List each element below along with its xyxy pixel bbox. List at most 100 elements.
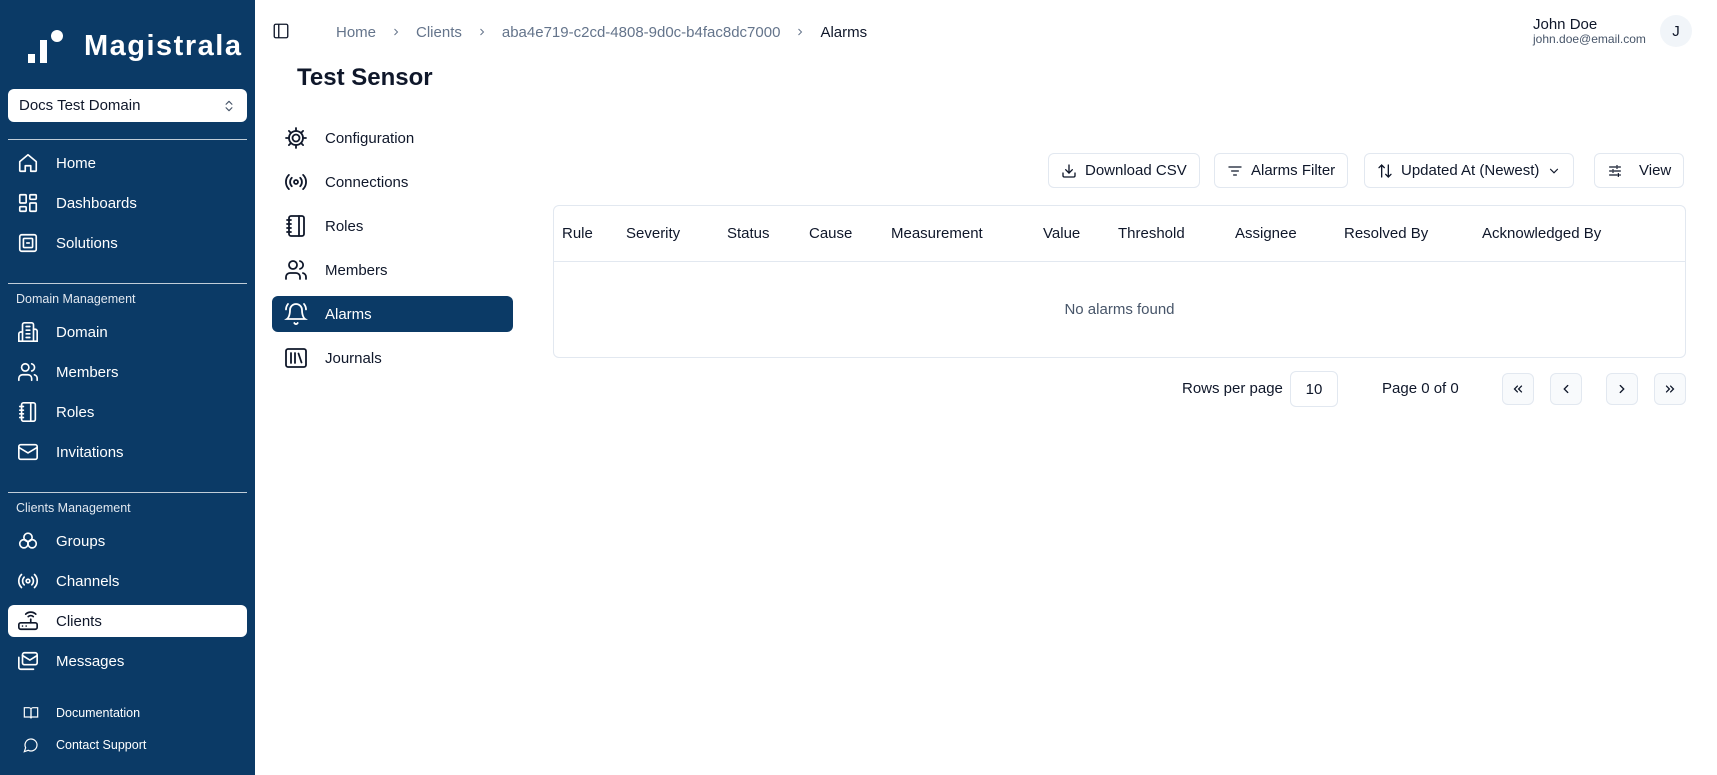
- sidebar-item-label: Groups: [56, 532, 106, 550]
- sidebar-item-messages[interactable]: Messages: [8, 645, 247, 677]
- tab-members[interactable]: Members: [272, 252, 513, 288]
- bell-icon: [283, 301, 309, 327]
- domain-management-label: Domain Management: [16, 292, 136, 306]
- tab-journals[interactable]: Journals: [272, 340, 513, 376]
- last-page-button[interactable]: [1654, 373, 1686, 405]
- next-page-button[interactable]: [1606, 373, 1638, 405]
- column-header-rule[interactable]: Rule: [562, 225, 593, 242]
- chevron-left-icon: [1559, 382, 1573, 396]
- solutions-icon: [16, 231, 40, 255]
- clients-management-label: Clients Management: [16, 501, 131, 515]
- sidebar-item-label: Clients: [56, 612, 102, 630]
- magistrala-logo-icon: [26, 28, 72, 64]
- chevrons-left-icon: [1511, 382, 1525, 396]
- first-page-button[interactable]: [1502, 373, 1534, 405]
- column-header-resolved-by[interactable]: Resolved By: [1344, 225, 1428, 242]
- chevron-right-icon: [390, 26, 402, 38]
- sidebar-item-members[interactable]: Members: [8, 356, 247, 388]
- column-header-threshold[interactable]: Threshold: [1118, 225, 1185, 242]
- groups-icon: [16, 529, 40, 553]
- sidebar-item-label: Messages: [56, 652, 125, 670]
- sidebar-item-roles[interactable]: Roles: [8, 396, 247, 428]
- tab-label: Journals: [325, 349, 382, 367]
- sidebar-divider: [8, 283, 247, 284]
- sidebar-item-home[interactable]: Home: [8, 147, 247, 179]
- column-header-cause[interactable]: Cause: [809, 225, 852, 242]
- sidebar-item-solutions[interactable]: Solutions: [8, 227, 247, 259]
- rows-per-page-select[interactable]: 10: [1290, 371, 1338, 407]
- users-icon: [16, 360, 40, 384]
- sidebar-item-label: Documentation: [56, 706, 141, 720]
- view-label: View: [1639, 162, 1672, 179]
- tab-label: Roles: [325, 217, 364, 235]
- tab-connections[interactable]: Connections: [272, 164, 513, 200]
- column-header-acknowledged-by[interactable]: Acknowledged By: [1482, 225, 1601, 242]
- sidebar-divider: [8, 492, 247, 493]
- avatar[interactable]: J: [1660, 15, 1692, 47]
- chevron-right-icon: [794, 26, 806, 38]
- tab-label: Configuration: [325, 129, 415, 147]
- sidebar-item-channels[interactable]: Channels: [8, 565, 247, 597]
- chevron-right-icon: [1615, 382, 1629, 396]
- user-email: john.doe@email.com: [1533, 32, 1646, 46]
- sidebar-item-label: Channels: [56, 572, 120, 590]
- dashboard-icon: [16, 191, 40, 215]
- sidebar-item-invitations[interactable]: Invitations: [8, 436, 247, 468]
- column-header-status[interactable]: Status: [727, 225, 770, 242]
- mail-icon: [16, 440, 40, 464]
- sidebar-toggle-icon[interactable]: [272, 22, 292, 42]
- sidebar-item-contact-support[interactable]: Contact Support: [8, 732, 247, 758]
- sidebar-item-label: Contact Support: [56, 738, 147, 752]
- chevrons-up-down-icon: [222, 99, 236, 113]
- chat-icon: [22, 736, 40, 754]
- messages-icon: [16, 649, 40, 673]
- sidebar-item-label: Domain: [56, 323, 108, 341]
- sidebar-item-label: Roles: [56, 403, 95, 421]
- sort-arrows-icon: [1377, 163, 1393, 179]
- brand-name: Magistrala: [84, 29, 243, 62]
- previous-page-button[interactable]: [1550, 373, 1582, 405]
- sidebar-item-domain[interactable]: Domain: [8, 316, 247, 348]
- notebook-icon: [16, 400, 40, 424]
- sort-label: Updated At (Newest): [1401, 162, 1540, 179]
- tab-label: Alarms: [325, 305, 372, 323]
- breadcrumb-clients[interactable]: Clients: [416, 24, 462, 41]
- sidebar-item-groups[interactable]: Groups: [8, 525, 247, 557]
- book-icon: [22, 704, 40, 722]
- download-csv-button[interactable]: Download CSV: [1048, 153, 1200, 188]
- user-name: John Doe: [1533, 16, 1598, 33]
- column-header-measurement[interactable]: Measurement: [891, 225, 983, 242]
- domain-select[interactable]: Docs Test Domain: [8, 89, 247, 122]
- sidebar-item-label: Members: [56, 363, 119, 381]
- page-info: Page 0 of 0: [1382, 380, 1459, 397]
- chevrons-right-icon: [1663, 382, 1677, 396]
- sort-select[interactable]: Updated At (Newest): [1364, 153, 1575, 188]
- alarms-filter-button[interactable]: Alarms Filter: [1214, 153, 1349, 188]
- user-info[interactable]: John Doe john.doe@email.com: [1533, 16, 1646, 46]
- table-header: Rule Severity Status Cause Measurement V…: [554, 206, 1685, 262]
- tab-roles[interactable]: Roles: [272, 208, 513, 244]
- column-header-severity[interactable]: Severity: [626, 225, 680, 242]
- breadcrumb-client-id[interactable]: aba4e719-c2cd-4808-9d0c-b4fac8dc7000: [502, 24, 781, 41]
- breadcrumb: Home Clients aba4e719-c2cd-4808-9d0c-b4f…: [336, 22, 867, 42]
- page-title: Test Sensor: [297, 64, 433, 91]
- breadcrumb-home[interactable]: Home: [336, 24, 376, 41]
- column-header-value[interactable]: Value: [1043, 225, 1080, 242]
- building-icon: [16, 320, 40, 344]
- column-header-assignee[interactable]: Assignee: [1235, 225, 1297, 242]
- rows-per-page-label: Rows per page: [1182, 380, 1283, 397]
- brand-logo[interactable]: Magistrala: [26, 28, 242, 64]
- sidebar-item-clients[interactable]: Clients: [8, 605, 247, 637]
- sidebar-item-label: Invitations: [56, 443, 124, 461]
- sidebar-item-documentation[interactable]: Documentation: [8, 700, 247, 726]
- filter-icon: [1227, 163, 1243, 179]
- empty-state-text: No alarms found: [1064, 301, 1175, 318]
- sidebar-item-label: Dashboards: [56, 194, 137, 212]
- view-button[interactable]: View: [1594, 153, 1685, 188]
- tab-alarms[interactable]: Alarms: [272, 296, 513, 332]
- chevron-right-icon: [476, 26, 488, 38]
- download-icon: [1061, 163, 1077, 179]
- sidebar-item-dashboards[interactable]: Dashboards: [8, 187, 247, 219]
- breadcrumb-current: Alarms: [820, 23, 868, 41]
- tab-configuration[interactable]: Configuration: [272, 120, 513, 156]
